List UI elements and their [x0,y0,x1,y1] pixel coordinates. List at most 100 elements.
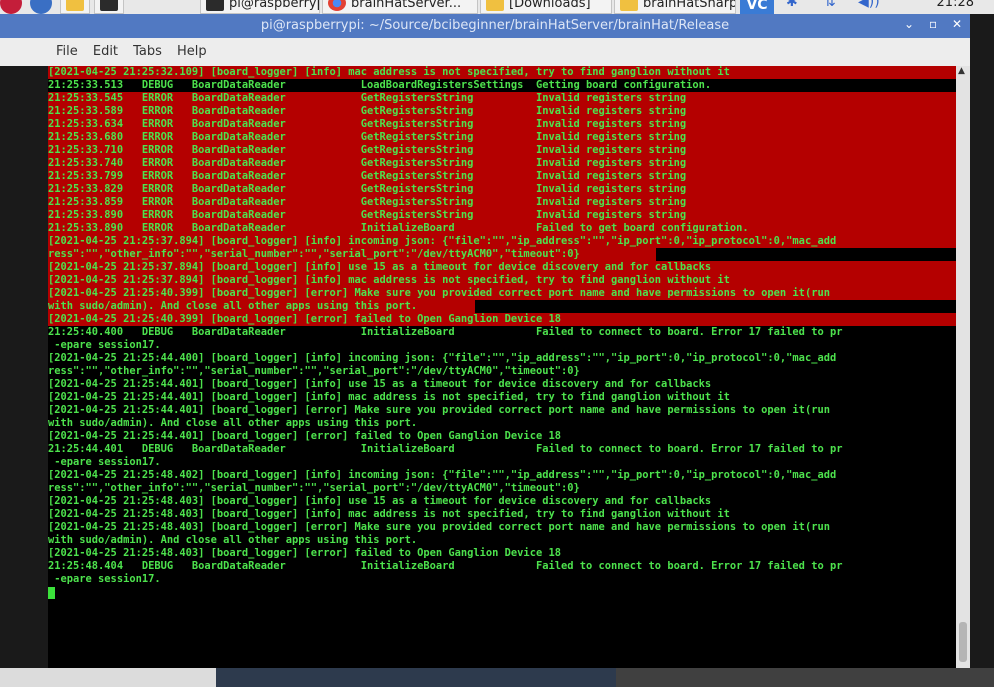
terminal-line-text: 21:25:33.829 ERROR BoardDataReader GetRe… [48,183,687,195]
network-icon[interactable]: ⇅ [824,0,836,10]
folder-icon [66,0,84,11]
window-title: pi@raspberrypi: ~/Source/bcibeginner/bra… [260,18,730,33]
web-browser-icon[interactable] [30,0,52,14]
terminal-line-text: with sudo/admin). And close all other ap… [48,534,418,546]
terminal-line-text: 21:25:33.799 ERROR BoardDataReader GetRe… [48,170,687,182]
terminal-line: [2021-04-25 21:25:44.401] [board_logger]… [48,430,956,443]
bluetooth-icon[interactable]: ✱ [786,0,798,10]
terminal-line-text: -epare session17. [48,339,161,351]
terminal-line: -epare session17. [48,339,956,352]
terminal-line: [2021-04-25 21:25:40.399] [board_logger]… [48,313,956,326]
vnc-icon[interactable]: VC [740,0,774,14]
terminal-line-text: [2021-04-25 21:25:37.894] [board_logger]… [48,235,837,247]
terminal-line: 21:25:33.710 ERROR BoardDataReader GetRe… [48,144,956,157]
terminal-line: [2021-04-25 21:25:48.403] [board_logger]… [48,508,956,521]
desktop-gutter [0,66,48,668]
terminal-line: [2021-04-25 21:25:37.894] [board_logger]… [48,261,956,274]
bottom-bar-left [0,668,216,687]
taskbar-item-browser[interactable]: brainHatServer... [322,0,478,14]
taskbar-item-terminal[interactable]: pi@raspberrypi:... [200,0,320,14]
scrollbar-thumb[interactable] [959,622,967,662]
taskbar-item-label: pi@raspberrypi:... [229,0,319,11]
terminal-line-text: 21:25:48.404 DEBUG BoardDataReader Initi… [48,560,843,572]
terminal-line-text: [2021-04-25 21:25:48.403] [board_logger]… [48,508,730,520]
terminal-line-text: [2021-04-25 21:25:44.401] [board_logger]… [48,378,712,390]
terminal-line: [2021-04-25 21:25:48.403] [board_logger]… [48,495,956,508]
chromium-icon [328,0,346,11]
terminal-line: -epare session17. [48,456,956,469]
terminal-line-text: 21:25:33.589 ERROR BoardDataReader GetRe… [48,105,687,117]
terminal-line: 21:25:33.589 ERROR BoardDataReader GetRe… [48,105,956,118]
terminal-line: 21:25:33.799 ERROR BoardDataReader GetRe… [48,170,956,183]
terminal-line-text: [2021-04-25 21:25:44.401] [board_logger]… [48,391,730,403]
terminal-line-text: 21:25:33.545 ERROR BoardDataReader GetRe… [48,92,687,104]
terminal-line: 21:25:33.890 ERROR BoardDataReader GetRe… [48,209,956,222]
terminal-icon [206,0,224,11]
taskbar-item-sharp[interactable]: brainHatSharp... [614,0,736,14]
terminal-line: ress":"","other_info":"","serial_number"… [48,365,956,378]
terminal-line-text: 21:25:40.400 DEBUG BoardDataReader Initi… [48,326,843,338]
terminal-line-text: [2021-04-25 21:25:40.399] [board_logger]… [48,287,830,299]
terminal-icon [100,0,118,11]
terminal-line: ress":"","other_info":"","serial_number"… [48,482,956,495]
menu-help[interactable]: Help [177,44,207,59]
terminal-line: [2021-04-25 21:25:44.401] [board_logger]… [48,378,956,391]
terminal-line: ress":"","other_info":"","serial_number"… [48,248,956,261]
desktop-right-edge [970,14,994,668]
menu-edit[interactable]: Edit [93,44,118,59]
volume-icon[interactable]: ◀)) [858,0,880,10]
terminal-line: [2021-04-25 21:25:48.403] [board_logger]… [48,521,956,534]
terminal-line-text: ress":"","other_info":"","serial_number"… [48,482,580,494]
terminal-line: 21:25:33.740 ERROR BoardDataReader GetRe… [48,157,956,170]
terminal-line: 21:25:33.545 ERROR BoardDataReader GetRe… [48,92,956,105]
terminal-line-text: -epare session17. [48,456,161,468]
menu-file[interactable]: File [56,44,78,59]
terminal-line-text: [2021-04-25 21:25:32.109] [board_logger]… [48,66,730,78]
terminal-scrollbar[interactable]: ▲ [956,66,970,668]
terminal-line-text: 21:25:33.740 ERROR BoardDataReader GetRe… [48,157,687,169]
terminal-output[interactable]: [2021-04-25 21:25:32.109] [board_logger]… [48,66,956,668]
terminal-line: 21:25:48.404 DEBUG BoardDataReader Initi… [48,560,956,573]
terminal-line-text: 21:25:33.680 ERROR BoardDataReader GetRe… [48,131,687,143]
terminal-line-text: [2021-04-25 21:25:44.401] [board_logger]… [48,404,830,416]
terminal-line: with sudo/admin). And close all other ap… [48,417,956,430]
terminal-line: -epare session17. [48,573,956,586]
terminal-line: 21:25:44.401 DEBUG BoardDataReader Initi… [48,443,956,456]
bottom-taskbar [0,668,994,687]
raspberry-menu-icon[interactable] [0,0,22,14]
terminal-line-text: [2021-04-25 21:25:37.894] [board_logger]… [48,274,730,286]
terminal-line: [2021-04-25 21:25:48.403] [board_logger]… [48,547,956,560]
terminal-line: [2021-04-25 21:25:44.401] [board_logger]… [48,404,956,417]
bottom-bar-middle [216,668,616,687]
terminal-line-text: [2021-04-25 21:25:48.403] [board_logger]… [48,495,712,507]
menu-bar: File Edit Tabs Help [0,38,970,66]
terminal-line-text: 21:25:44.401 DEBUG BoardDataReader Initi… [48,443,843,455]
folder-icon [486,0,504,11]
taskbar-item-label: brainHatServer... [351,0,462,11]
terminal-line: [2021-04-25 21:25:37.894] [board_logger]… [48,274,956,287]
terminal-cursor [48,587,55,599]
terminal-line-text: ress":"","other_info":"","serial_number"… [48,365,580,377]
terminal-line-text: [2021-04-25 21:25:48.403] [board_logger]… [48,521,830,533]
close-icon[interactable]: ✕ [952,17,962,31]
scroll-up-arrow-icon[interactable]: ▲ [958,66,965,76]
clock: 21:28 [936,0,974,10]
terminal-line: [2021-04-25 21:25:40.399] [board_logger]… [48,287,956,300]
window-titlebar[interactable]: pi@raspberrypi: ~/Source/bcibeginner/bra… [0,14,970,38]
terminal-line: 21:25:33.513 DEBUG BoardDataReader LoadB… [48,79,956,92]
top-taskbar: pi@raspberrypi:... brainHatServer... [Do… [0,0,994,14]
minimize-icon[interactable]: ⌄ [904,17,914,31]
terminal-line-text: with sudo/admin). And close all other ap… [48,417,418,429]
terminal-line-text: -epare session17. [48,573,161,585]
terminal-line-text: ress":"","other_info":"","serial_number"… [48,248,580,260]
file-manager-launcher[interactable] [60,0,90,14]
terminal-line-text: 21:25:33.710 ERROR BoardDataReader GetRe… [48,144,687,156]
terminal-line-text: [2021-04-25 21:25:48.403] [board_logger]… [48,547,561,559]
taskbar-item-downloads[interactable]: [Downloads] [480,0,612,14]
menu-tabs[interactable]: Tabs [133,44,162,59]
terminal-line: [2021-04-25 21:25:44.400] [board_logger]… [48,352,956,365]
terminal-line-text: [2021-04-25 21:25:40.399] [board_logger]… [48,313,561,325]
terminal-line: 21:25:33.890 ERROR BoardDataReader Initi… [48,222,956,235]
maximize-icon[interactable]: ▫ [929,17,937,31]
terminal-launcher[interactable] [94,0,124,14]
